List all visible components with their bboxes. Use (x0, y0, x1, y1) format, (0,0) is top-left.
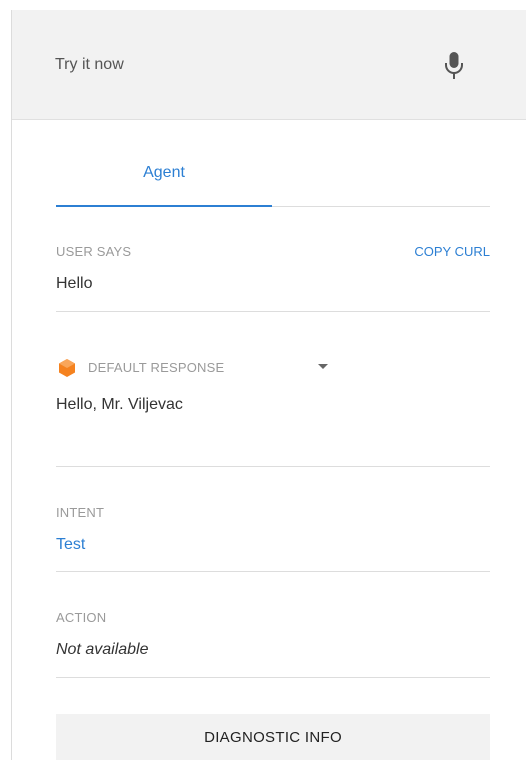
tab-agent[interactable]: Agent (56, 140, 272, 206)
section-divider (56, 466, 490, 467)
tab-active-indicator (56, 205, 272, 207)
section-divider (56, 571, 490, 572)
test-console-panel: Try it now Agent USER SAYS COPY CURL Hel… (0, 0, 526, 760)
query-bar: Try it now (12, 10, 526, 120)
default-response-value: Hello, Mr. Viljevac (56, 396, 183, 413)
action-value: Not available (56, 641, 149, 658)
user-says-value: Hello (56, 275, 93, 292)
section-divider (56, 311, 490, 312)
copy-curl-button[interactable]: COPY CURL (414, 244, 490, 259)
default-response-label: DEFAULT RESPONSE (88, 360, 225, 375)
try-it-now-input[interactable]: Try it now (55, 10, 415, 120)
intent-label: INTENT (56, 505, 105, 520)
microphone-icon[interactable] (442, 50, 466, 82)
chevron-down-icon[interactable] (318, 364, 328, 369)
intent-link[interactable]: Test (56, 536, 85, 554)
hexagon-icon (58, 358, 76, 378)
section-divider (56, 677, 490, 678)
diagnostic-info-button[interactable]: DIAGNOSTIC INFO (56, 714, 490, 760)
action-label: ACTION (56, 610, 107, 625)
user-says-label: USER SAYS (56, 244, 132, 259)
panel-border (11, 10, 12, 760)
